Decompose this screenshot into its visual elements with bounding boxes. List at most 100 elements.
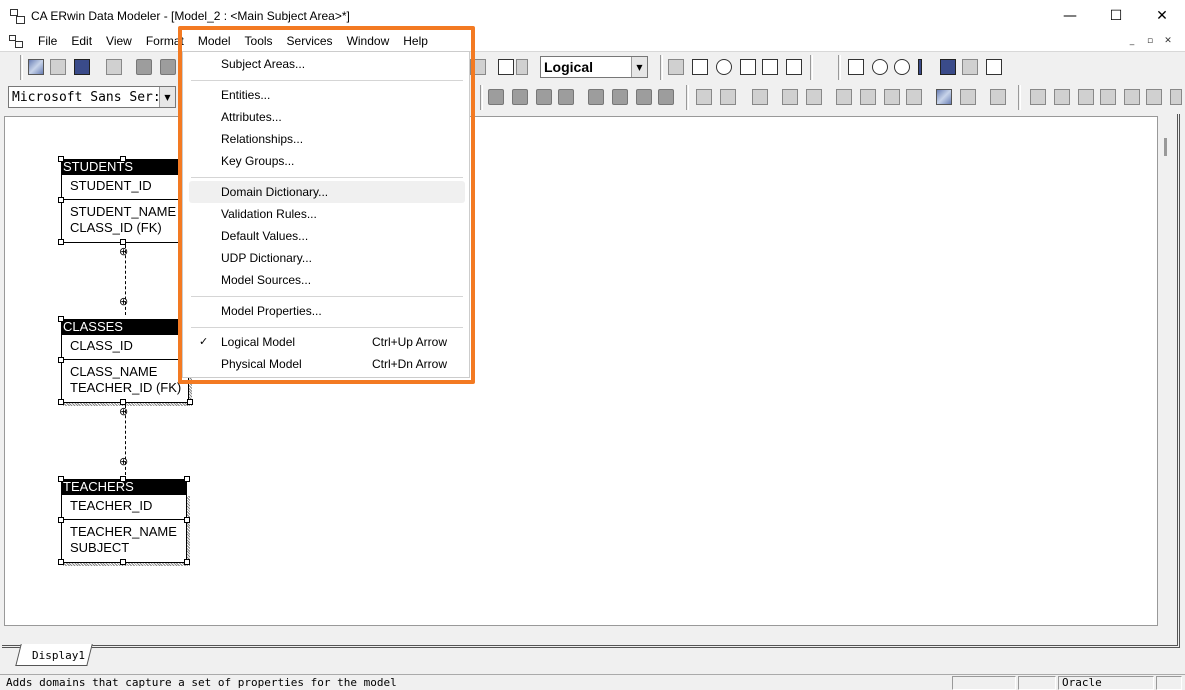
print-icon[interactable] — [106, 59, 122, 75]
resize-handle[interactable] — [120, 156, 126, 162]
resize-handle[interactable] — [58, 357, 64, 363]
entity-tool-icon[interactable] — [692, 59, 708, 75]
settings-icon[interactable] — [990, 89, 1006, 105]
resize-handle[interactable] — [120, 559, 126, 565]
menu-window[interactable]: Window — [340, 31, 397, 51]
rounded-rectangle-icon[interactable] — [872, 59, 888, 75]
align-top-icon[interactable] — [488, 89, 504, 105]
menu-edit[interactable]: Edit — [64, 31, 99, 51]
menu-model-properties[interactable]: Model Properties... — [189, 300, 465, 322]
same-size-icon[interactable] — [636, 89, 652, 105]
toolbar-grip[interactable] — [20, 55, 23, 80]
align-right-icon[interactable] — [558, 89, 574, 105]
resize-handle[interactable] — [58, 316, 64, 322]
menu-format[interactable]: Format — [139, 31, 191, 51]
rectangle-tool-icon[interactable] — [848, 59, 864, 75]
diagram-canvas[interactable]: STUDENTS STUDENT_ID STUDENT_NAME CLASS_I… — [4, 116, 1158, 626]
document-system-icon[interactable] — [9, 34, 23, 48]
doc-minimize-button[interactable]: _ — [1125, 34, 1139, 48]
menu-tools[interactable]: Tools — [238, 31, 280, 51]
non-identifying-relationship-icon[interactable] — [786, 59, 802, 75]
resize-handle[interactable] — [58, 197, 64, 203]
resize-handle[interactable] — [187, 399, 193, 405]
entity-classes[interactable]: CLASSES CLASS_ID CLASS_NAME TEACHER_ID (… — [58, 316, 195, 406]
align-left-icon[interactable] — [536, 89, 552, 105]
resize-handle[interactable] — [58, 517, 64, 523]
maximize-button[interactable]: ☐ — [1093, 0, 1139, 31]
layout-hierarchy-icon[interactable] — [1054, 89, 1070, 105]
menu-udp-dictionary[interactable]: UDP Dictionary... — [189, 247, 465, 269]
center-icon[interactable] — [658, 89, 674, 105]
menu-model[interactable]: Model — [190, 31, 238, 51]
resize-handle[interactable] — [184, 517, 190, 523]
chevron-down-icon[interactable]: ▼ — [631, 57, 647, 77]
doc-restore-button[interactable]: ▫ — [1143, 34, 1157, 48]
doc-close-button[interactable]: ✕ — [1161, 34, 1175, 48]
layout-more-icon[interactable] — [1170, 89, 1182, 105]
layout-row-icon[interactable] — [1146, 89, 1162, 105]
menu-validation-rules[interactable]: Validation Rules... — [189, 203, 465, 225]
paint-icon[interactable] — [906, 89, 922, 105]
subtype-tool-icon[interactable] — [716, 59, 732, 75]
align-bottom-icon[interactable] — [512, 89, 528, 105]
resize-handle[interactable] — [184, 559, 190, 565]
zoom-icon[interactable] — [470, 59, 486, 75]
menu-attributes[interactable]: Attributes... — [189, 106, 465, 128]
menu-key-groups[interactable]: Key Groups... — [189, 150, 465, 172]
menu-model-sources[interactable]: Model Sources... — [189, 269, 465, 291]
menu-default-values[interactable]: Default Values... — [189, 225, 465, 247]
menu-physical-model[interactable]: Physical Model Ctrl+Dn Arrow — [189, 353, 465, 375]
palette-icon[interactable] — [960, 89, 976, 105]
find-next-icon[interactable] — [160, 59, 176, 75]
minimize-button[interactable]: — — [1047, 0, 1093, 31]
find-icon[interactable] — [136, 59, 152, 75]
layout-icon[interactable] — [498, 59, 514, 75]
pointer-tool-icon[interactable] — [668, 59, 684, 75]
puzzle-icon[interactable] — [836, 89, 852, 105]
vertical-scroll-thumb[interactable] — [1164, 138, 1167, 156]
tag-tool-icon[interactable] — [962, 59, 978, 75]
text-tool-icon[interactable] — [986, 59, 1002, 75]
open-icon[interactable] — [50, 59, 66, 75]
layout-orthogonal-icon[interactable] — [1100, 89, 1116, 105]
close-button[interactable]: ✕ — [1139, 0, 1185, 31]
identifying-relationship-icon[interactable] — [740, 59, 756, 75]
menu-relationships[interactable]: Relationships... — [189, 128, 465, 150]
entity-teachers[interactable]: TEACHERS TEACHER_ID TEACHER_NAME SUBJECT — [58, 476, 195, 566]
resize-handle[interactable] — [58, 239, 64, 245]
menu-services[interactable]: Services — [280, 31, 340, 51]
layout-column-icon[interactable] — [1124, 89, 1140, 105]
resize-handle[interactable] — [58, 476, 64, 482]
chevron-down-icon[interactable]: ▼ — [159, 87, 175, 107]
layout-tree-icon[interactable] — [1030, 89, 1046, 105]
resize-handle[interactable] — [120, 476, 126, 482]
font-select[interactable]: Microsoft Sans Ser: ▼ — [8, 86, 176, 108]
resize-handle[interactable] — [184, 476, 190, 482]
menu-help[interactable]: Help — [396, 31, 435, 51]
group-icon[interactable] — [782, 89, 798, 105]
resize-handle[interactable] — [58, 156, 64, 162]
bring-front-icon[interactable] — [696, 89, 712, 105]
line-tool-icon[interactable] — [918, 59, 922, 75]
entity-students[interactable]: STUDENTS STUDENT_ID STUDENT_NAME CLASS_I… — [58, 156, 191, 245]
color-icon[interactable] — [936, 89, 952, 105]
ungroup-icon[interactable] — [806, 89, 822, 105]
resize-handle[interactable] — [58, 559, 64, 565]
model-icon[interactable] — [884, 89, 900, 105]
menu-domain-dictionary[interactable]: Domain Dictionary... — [189, 181, 465, 203]
menu-entities[interactable]: Entities... — [189, 84, 465, 106]
resize-handle[interactable] — [58, 399, 64, 405]
menu-subject-areas[interactable]: Subject Areas... — [189, 53, 465, 75]
ellipse-tool-icon[interactable] — [894, 59, 910, 75]
refresh-icon[interactable] — [860, 89, 876, 105]
model-view-select[interactable]: Logical ▼ — [540, 56, 648, 78]
layout-circular-icon[interactable] — [1078, 89, 1094, 105]
polyline-tool-icon[interactable] — [940, 59, 956, 75]
lock-icon[interactable] — [752, 89, 768, 105]
save-icon[interactable] — [74, 59, 90, 75]
menu-view[interactable]: View — [99, 31, 139, 51]
menu-file[interactable]: File — [31, 31, 64, 51]
space-horizontal-icon[interactable] — [588, 89, 604, 105]
space-vertical-icon[interactable] — [612, 89, 628, 105]
many-to-many-relationship-icon[interactable] — [762, 59, 778, 75]
